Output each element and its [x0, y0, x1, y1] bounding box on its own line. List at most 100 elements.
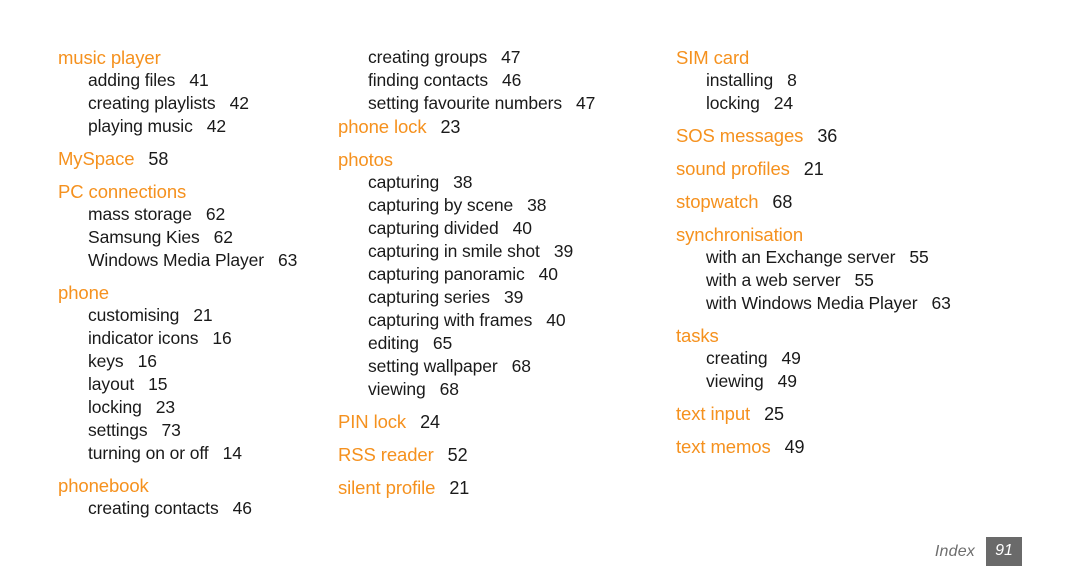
- index-sub-entry[interactable]: Windows Media Player 63: [58, 249, 330, 272]
- footer-page-number: 91: [986, 537, 1022, 566]
- index-sub-entry[interactable]: settings 73: [58, 419, 330, 442]
- index-heading-entry[interactable]: text input 25: [676, 402, 1080, 426]
- index-group: SOS messages 36: [676, 124, 1080, 148]
- index-sub-entry-label: mass storage: [88, 204, 192, 224]
- index-sub-entry-page-number: 63: [931, 293, 951, 313]
- index-sub-entry[interactable]: creating playlists 42: [58, 92, 330, 115]
- index-heading-entry[interactable]: tasks: [676, 324, 1080, 347]
- index-group: phone lock 23: [338, 115, 664, 139]
- index-heading-entry[interactable]: stopwatch 68: [676, 190, 1080, 214]
- index-sub-entry-page-number: 62: [213, 227, 233, 247]
- index-sub-entry[interactable]: locking 24: [676, 92, 1080, 115]
- index-heading-entry[interactable]: phone lock 23: [338, 115, 664, 139]
- index-sub-entry-page-number: 65: [432, 333, 453, 353]
- index-sub-entry[interactable]: capturing with frames 40: [338, 309, 664, 332]
- index-sub-entry[interactable]: with a web server 55: [676, 269, 1080, 292]
- index-sub-entry-label: creating: [706, 348, 768, 368]
- index-sub-entry-page-number: 24: [773, 93, 794, 113]
- index-heading-page-number: 68: [772, 192, 793, 212]
- index-sub-entry[interactable]: creating 49: [676, 347, 1080, 370]
- index-sub-entry[interactable]: capturing series 39: [338, 286, 664, 309]
- index-columns: music player adding files 41 creating playl…: [0, 46, 1080, 529]
- index-group: music player adding files 41 creating playl…: [58, 46, 330, 138]
- index-sub-entry[interactable]: locking 23: [58, 396, 330, 419]
- index-sub-entry[interactable]: capturing panoramic 40: [338, 263, 664, 286]
- index-sub-entry-label: Samsung Kies: [88, 227, 200, 247]
- index-heading-entry[interactable]: PIN lock 24: [338, 410, 664, 434]
- index-heading-entry[interactable]: photos: [338, 148, 664, 171]
- index-sub-entry-page-number: 40: [538, 264, 558, 284]
- index-heading-label: sound profiles: [676, 158, 790, 179]
- index-heading-entry[interactable]: RSS reader 52: [338, 443, 664, 467]
- index-sub-entry-label: with a web server: [706, 270, 841, 290]
- index-heading-entry[interactable]: synchronisation: [676, 223, 1080, 246]
- page-footer: Index 91: [935, 537, 1022, 566]
- index-sub-entry-page-number: 73: [161, 420, 181, 440]
- index-sub-entry[interactable]: creating groups 47: [338, 46, 664, 69]
- index-sub-entry[interactable]: capturing divided 40: [338, 217, 664, 240]
- index-heading-entry[interactable]: phone: [58, 281, 330, 304]
- index-sub-entry-label: editing: [368, 333, 419, 353]
- index-heading-entry[interactable]: MySpace 58: [58, 147, 330, 171]
- index-sub-entry[interactable]: Samsung Kies 62: [58, 226, 330, 249]
- index-heading-label: stopwatch: [676, 191, 759, 212]
- index-sub-entry-page-number: 46: [502, 70, 522, 90]
- index-sub-entry[interactable]: layout 15: [58, 373, 330, 396]
- index-sub-entry[interactable]: customising 21: [58, 304, 330, 327]
- index-sub-entry-page-number: 14: [222, 443, 242, 463]
- index-heading-label: MySpace: [58, 148, 135, 169]
- index-sub-entry[interactable]: creating contacts 46: [58, 497, 330, 520]
- index-heading-page-number: 36: [817, 126, 838, 146]
- index-group: sound profiles 21: [676, 157, 1080, 181]
- index-sub-entry[interactable]: playing music 42: [58, 115, 330, 138]
- index-group: stopwatch 68: [676, 190, 1080, 214]
- index-group: tasks creating 49 viewing 49: [676, 324, 1080, 393]
- index-sub-entry-page-number: 62: [205, 204, 226, 224]
- index-heading-entry[interactable]: sound profiles 21: [676, 157, 1080, 181]
- index-sub-entry-page-number: 49: [781, 348, 801, 368]
- index-heading-entry[interactable]: silent profile 21: [338, 476, 664, 500]
- index-heading-label: silent profile: [338, 477, 436, 498]
- index-sub-entry-label: creating groups: [368, 47, 488, 67]
- index-sub-entry[interactable]: indicator icons 16: [58, 327, 330, 350]
- index-heading-entry[interactable]: music player: [58, 46, 330, 69]
- index-sub-entry-page-number: 47: [576, 93, 596, 113]
- index-sub-entry[interactable]: keys 16: [58, 350, 330, 373]
- index-heading-label: phone lock: [338, 116, 427, 137]
- index-sub-entry[interactable]: with an Exchange server 55: [676, 246, 1080, 269]
- index-sub-entry-label: setting wallpaper: [368, 356, 498, 376]
- index-sub-entry-label: layout: [88, 374, 135, 394]
- index-heading-entry[interactable]: SIM card: [676, 46, 1080, 69]
- index-sub-entry[interactable]: viewing 68: [338, 378, 664, 401]
- index-sub-entry[interactable]: setting wallpaper 68: [338, 355, 664, 378]
- index-sub-entry[interactable]: capturing by scene 38: [338, 194, 664, 217]
- index-sub-entry-label: Windows Media Player: [88, 250, 264, 270]
- index-sub-entry[interactable]: mass storage 62: [58, 203, 330, 226]
- index-heading-label: PC connections: [58, 181, 187, 202]
- index-sub-entry[interactable]: editing 65: [338, 332, 664, 355]
- index-sub-entry[interactable]: turning on or off 14: [58, 442, 330, 465]
- index-group: MySpace 58: [58, 147, 330, 171]
- index-sub-entry-page-number: 47: [501, 47, 521, 67]
- index-sub-entry-label: keys: [88, 351, 124, 371]
- index-sub-entry[interactable]: viewing 49: [676, 370, 1080, 393]
- index-heading-entry[interactable]: SOS messages 36: [676, 124, 1080, 148]
- index-sub-entry-label: installing: [706, 70, 774, 90]
- index-sub-entry[interactable]: adding files 41: [58, 69, 330, 92]
- index-sub-entry-page-number: 68: [511, 356, 531, 376]
- index-group: PC connections mass storage 62 Samsung Kies…: [58, 180, 330, 272]
- index-heading-entry[interactable]: PC connections: [58, 180, 330, 203]
- index-heading-entry[interactable]: text memos 49: [676, 435, 1080, 459]
- index-sub-entry[interactable]: finding contacts 46: [338, 69, 664, 92]
- index-sub-entry-label: capturing divided: [368, 218, 499, 238]
- index-sub-entry[interactable]: capturing 38: [338, 171, 664, 194]
- index-sub-entry[interactable]: setting favourite numbers 47: [338, 92, 664, 115]
- index-sub-entry[interactable]: with Windows Media Player 63: [676, 292, 1080, 315]
- index-sub-entry[interactable]: installing 8: [676, 69, 1080, 92]
- index-sub-entry-label: creating contacts: [88, 498, 219, 518]
- index-sub-entry-page-number: 38: [453, 172, 473, 192]
- index-heading-entry[interactable]: phonebook: [58, 474, 330, 497]
- index-sub-entry-label: locking: [706, 93, 760, 113]
- index-sub-entry-page-number: 49: [777, 371, 797, 391]
- index-sub-entry[interactable]: capturing in smile shot 39: [338, 240, 664, 263]
